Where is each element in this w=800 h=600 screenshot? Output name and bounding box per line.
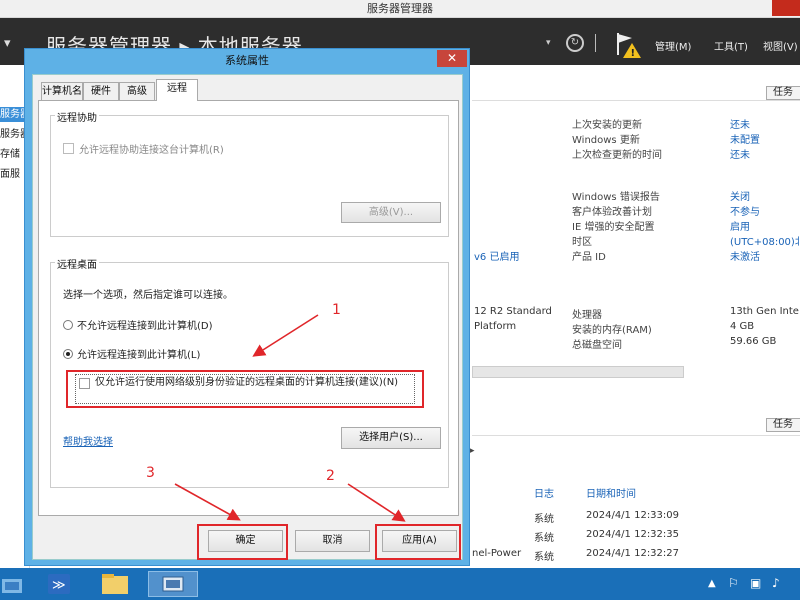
network-icon[interactable]: ▣ <box>750 576 761 590</box>
annotation-arrows <box>174 314 406 522</box>
svg-text:≫: ≫ <box>52 578 66 593</box>
show-hidden-icons[interactable]: ▲ <box>708 578 716 589</box>
action-center-flag-icon[interactable]: ⚐ <box>728 576 739 590</box>
server-manager-taskbar-button[interactable] <box>148 571 198 597</box>
annotation-arrow <box>174 483 241 521</box>
annotation-arrow <box>252 314 319 357</box>
tab-remote[interactable]: 远程 <box>156 79 198 101</box>
start-button[interactable] <box>0 571 26 597</box>
volume-icon[interactable]: ♪ <box>772 576 780 590</box>
powershell-icon[interactable]: ≫ <box>38 571 80 597</box>
annotation-arrow <box>347 483 406 522</box>
file-explorer-icon[interactable] <box>94 571 136 597</box>
